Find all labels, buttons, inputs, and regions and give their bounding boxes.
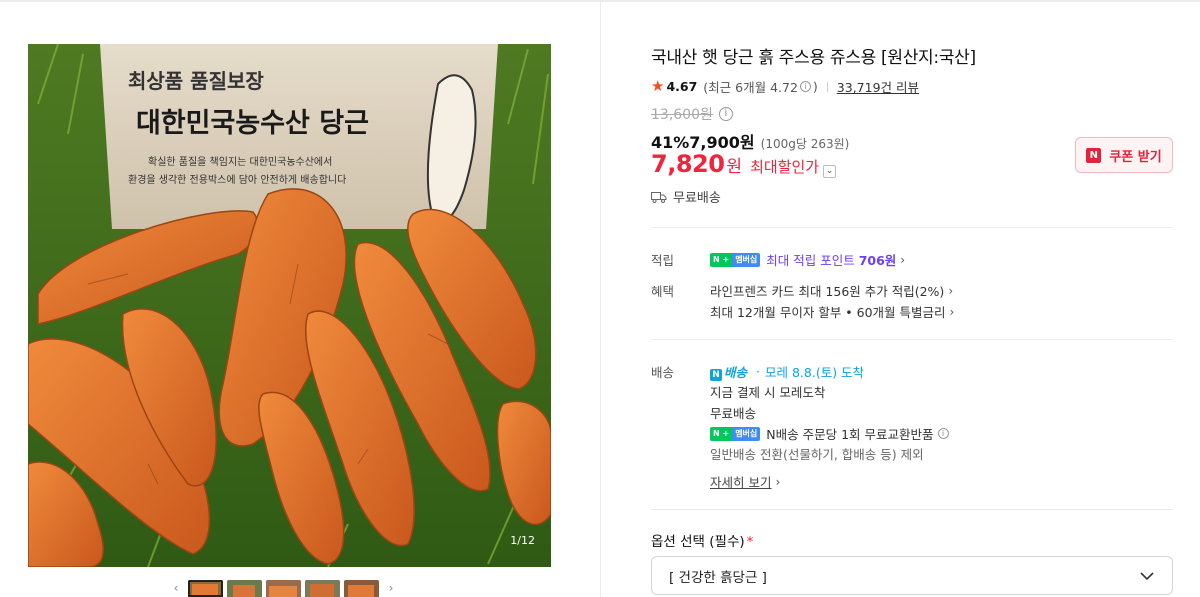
chevron-right-icon: › — [949, 304, 955, 319]
divider — [651, 509, 1173, 510]
max-discount-row: 7,820 원 최대할인가 ⌄ — [651, 150, 837, 178]
price-info-icon[interactable]: i — [718, 107, 733, 121]
perks-label: 혜택 — [651, 284, 675, 299]
delivery-details-link[interactable]: 자세히 보기 › — [710, 472, 780, 491]
delivery-line-2: 무료배송 — [710, 406, 757, 421]
max-discount-label[interactable]: 최대할인가 — [750, 156, 819, 177]
thumb-next-arrow[interactable]: › — [383, 580, 399, 597]
delivery-line-4: 일반배송 전환(선물하기, 합배송 등) 제외 — [710, 447, 924, 462]
rating-recent-close: ) — [812, 79, 818, 94]
chevron-right-icon: › — [900, 252, 906, 267]
max-discount-won: 원 — [726, 157, 743, 177]
option-select[interactable]: [ 건강한 흙당근 ] — [651, 556, 1173, 595]
box-brand: 대한민국농수산 당근 — [136, 108, 369, 139]
points-value: 706원 — [858, 253, 897, 268]
delivery-arrival-row: N 배송 · 모레 8.8.(토) 도착 — [710, 362, 864, 381]
thumbnail-2[interactable] — [227, 580, 262, 597]
option-selected-value: [ 건강한 흙당근 ] — [669, 569, 767, 586]
delivery-line-3: N + 멤버십 N배송 주문당 1회 무료교환반품 i — [710, 424, 951, 443]
info-icon[interactable]: i — [799, 81, 811, 92]
thumbnail-strip: ‹ › — [168, 580, 418, 597]
naver-n-icon: N — [1086, 147, 1102, 163]
arrival-date: 모레 8.8.(토) 도착 — [765, 365, 865, 380]
truck-icon — [651, 191, 667, 203]
product-title: 국내산 햇 당근 흙 주스용 쥬스용 [원산지:국산] — [651, 48, 976, 68]
rating-score: 4.67 — [666, 79, 698, 94]
n-delivery-icon: N — [710, 369, 722, 381]
thumbnail-5[interactable] — [344, 580, 379, 597]
delivery-line-1: 지금 결제 시 모레도착 — [710, 385, 826, 400]
original-price: 13,600원 — [651, 107, 713, 123]
points-row[interactable]: N + 멤버십 최대 적립 포인트 706원 › — [710, 250, 905, 269]
separator — [826, 81, 828, 92]
coupon-label: 쿠폰 받기 — [1109, 149, 1162, 165]
n-delivery-badge: N 배송 — [710, 362, 747, 381]
thumbnail-4[interactable] — [305, 580, 340, 597]
max-discount-price: 7,820 — [651, 150, 725, 178]
original-price-row: 13,600원 i — [651, 104, 735, 124]
perk-installment[interactable]: 최대 12개월 무이자 할부 • 60개월 특별금리 › — [710, 302, 954, 321]
coupon-button[interactable]: N 쿠폰 받기 — [1075, 137, 1173, 173]
delivery-label: 배송 — [651, 365, 675, 380]
points-text: 최대 적립 포인트 706원 — [766, 253, 897, 268]
naver-plus-membership-icon: N + 멤버십 — [710, 426, 761, 441]
product-main-image[interactable]: 최상품 품질보장 대한민국농수산 당근 확실한 품질을 책임지는 대한민국농수산… — [28, 44, 551, 567]
info-icon[interactable]: i — [937, 428, 949, 439]
star-icon: ★ — [651, 77, 665, 95]
points-label: 적립 — [651, 253, 675, 268]
thumbnail-3[interactable] — [266, 580, 301, 597]
dot-separator: · — [756, 364, 760, 379]
box-copy-2: 환경을 생각한 전용박스에 담아 안전하게 배송합니다 — [128, 173, 346, 186]
thumbnail-1[interactable] — [188, 580, 223, 597]
free-shipping-text: 무료배송 — [673, 191, 721, 206]
required-mark: * — [746, 534, 754, 550]
chevron-right-icon: › — [948, 283, 954, 298]
review-count-link[interactable]: 33,719건 리뷰 — [837, 77, 919, 96]
chevron-down-icon — [1140, 571, 1154, 580]
perk-card[interactable]: 라인프렌즈 카드 최대 156원 추가 적립(2%) › — [710, 281, 953, 300]
naver-plus-membership-icon: N + 멤버십 — [710, 252, 761, 267]
box-copy-1: 확실한 품질을 책임지는 대한민국농수산에서 — [148, 155, 332, 168]
rating-recent: (최근 6개월 4.72 — [703, 80, 798, 95]
rating-row: ★ 4.67 (최근 6개월 4.72 i ) 33,719건 리뷰 — [651, 77, 919, 96]
box-headline: 최상품 품질보장 — [128, 69, 264, 93]
free-shipping-row: 무료배송 — [651, 187, 721, 206]
image-counter: 1/12 — [510, 534, 535, 547]
carrot-photo: 최상품 품질보장 대한민국농수산 당근 확실한 품질을 책임지는 대한민국농수산… — [28, 44, 551, 567]
column-divider — [600, 0, 601, 597]
divider — [651, 227, 1173, 228]
divider — [651, 339, 1173, 340]
thumb-prev-arrow[interactable]: ‹ — [168, 580, 184, 597]
chevron-down-icon[interactable]: ⌄ — [823, 165, 837, 178]
chevron-right-icon: › — [775, 474, 781, 489]
option-label: 옵션 선택 (필수) * — [651, 534, 754, 550]
